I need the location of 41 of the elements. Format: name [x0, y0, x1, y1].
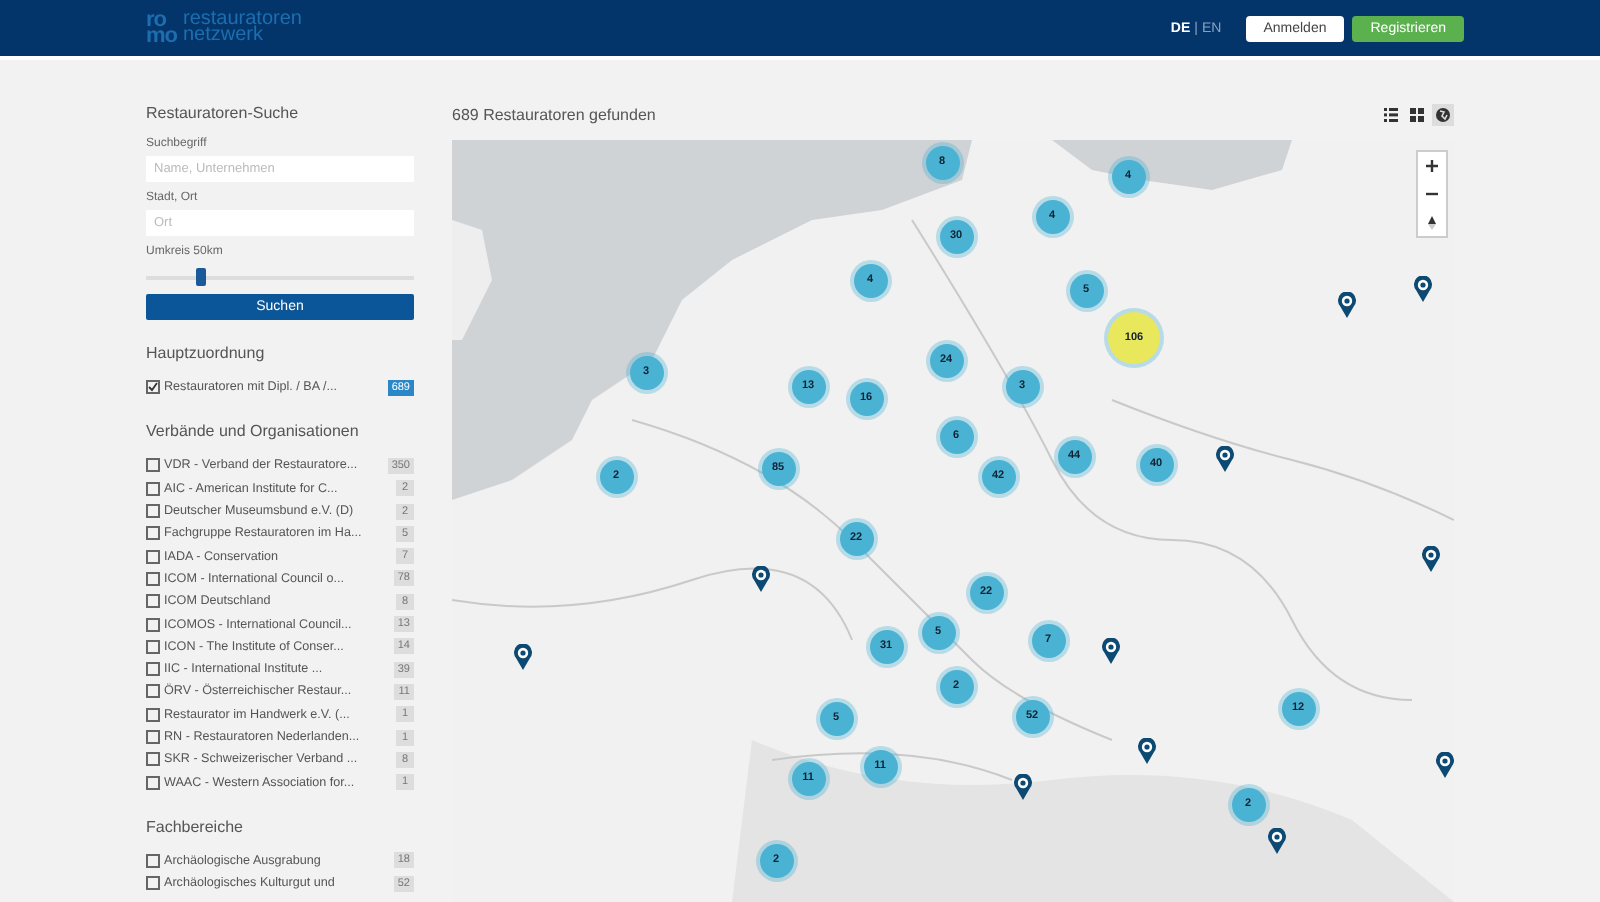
map-pin-icon[interactable]	[751, 566, 769, 592]
checkbox[interactable]	[146, 707, 160, 722]
view-toggle[interactable]	[1432, 104, 1454, 126]
checkbox[interactable]	[146, 684, 160, 699]
checkbox[interactable]	[146, 594, 160, 609]
checkbox[interactable]	[146, 481, 160, 496]
group-title: Hauptzuordnung	[146, 344, 267, 362]
results-count: 689 Restauratoren gefunden	[452, 106, 658, 124]
group-title: Verbände und Organisationen	[146, 422, 361, 441]
checkbox[interactable]	[146, 752, 160, 767]
sidebar-title: Restauratoren-Suche	[146, 104, 301, 126]
map-pin-icon[interactable]	[1267, 828, 1285, 854]
checkbox[interactable]	[146, 730, 160, 744]
globe-icon	[1436, 108, 1450, 122]
checkbox[interactable]	[146, 571, 160, 586]
checkbox[interactable]	[146, 617, 160, 632]
slider-thumb[interactable]	[195, 268, 206, 286]
view-toggle[interactable]	[1380, 104, 1402, 126]
map-pin-icon[interactable]	[513, 644, 531, 670]
group-title: Fachbereiche	[146, 817, 245, 836]
checkbox[interactable]	[146, 876, 160, 891]
checkbox[interactable]	[146, 853, 160, 868]
map-pin-icon[interactable]	[1215, 446, 1233, 472]
checkbox[interactable]	[146, 775, 160, 790]
checkbox[interactable]	[146, 504, 160, 519]
checkbox[interactable]	[146, 662, 160, 677]
map-pin-icon[interactable]	[1435, 752, 1453, 778]
checkbox[interactable]	[146, 549, 160, 564]
list-icon	[1384, 108, 1398, 122]
map-pin-icon[interactable]	[1413, 276, 1431, 302]
map-pin-icon[interactable]	[1137, 738, 1155, 764]
checkbox[interactable]	[146, 380, 160, 395]
map-pin-icon[interactable]	[1101, 638, 1119, 664]
checkbox[interactable]	[146, 639, 160, 654]
checkbox[interactable]	[146, 458, 160, 473]
map-pin-icon[interactable]	[1013, 774, 1031, 800]
map-pin-icon[interactable]	[1421, 546, 1439, 572]
map-pin-icon[interactable]	[1337, 292, 1355, 318]
view-toggle[interactable]	[1406, 104, 1428, 126]
grid-icon	[1410, 108, 1424, 122]
checkbox[interactable]	[146, 526, 160, 541]
